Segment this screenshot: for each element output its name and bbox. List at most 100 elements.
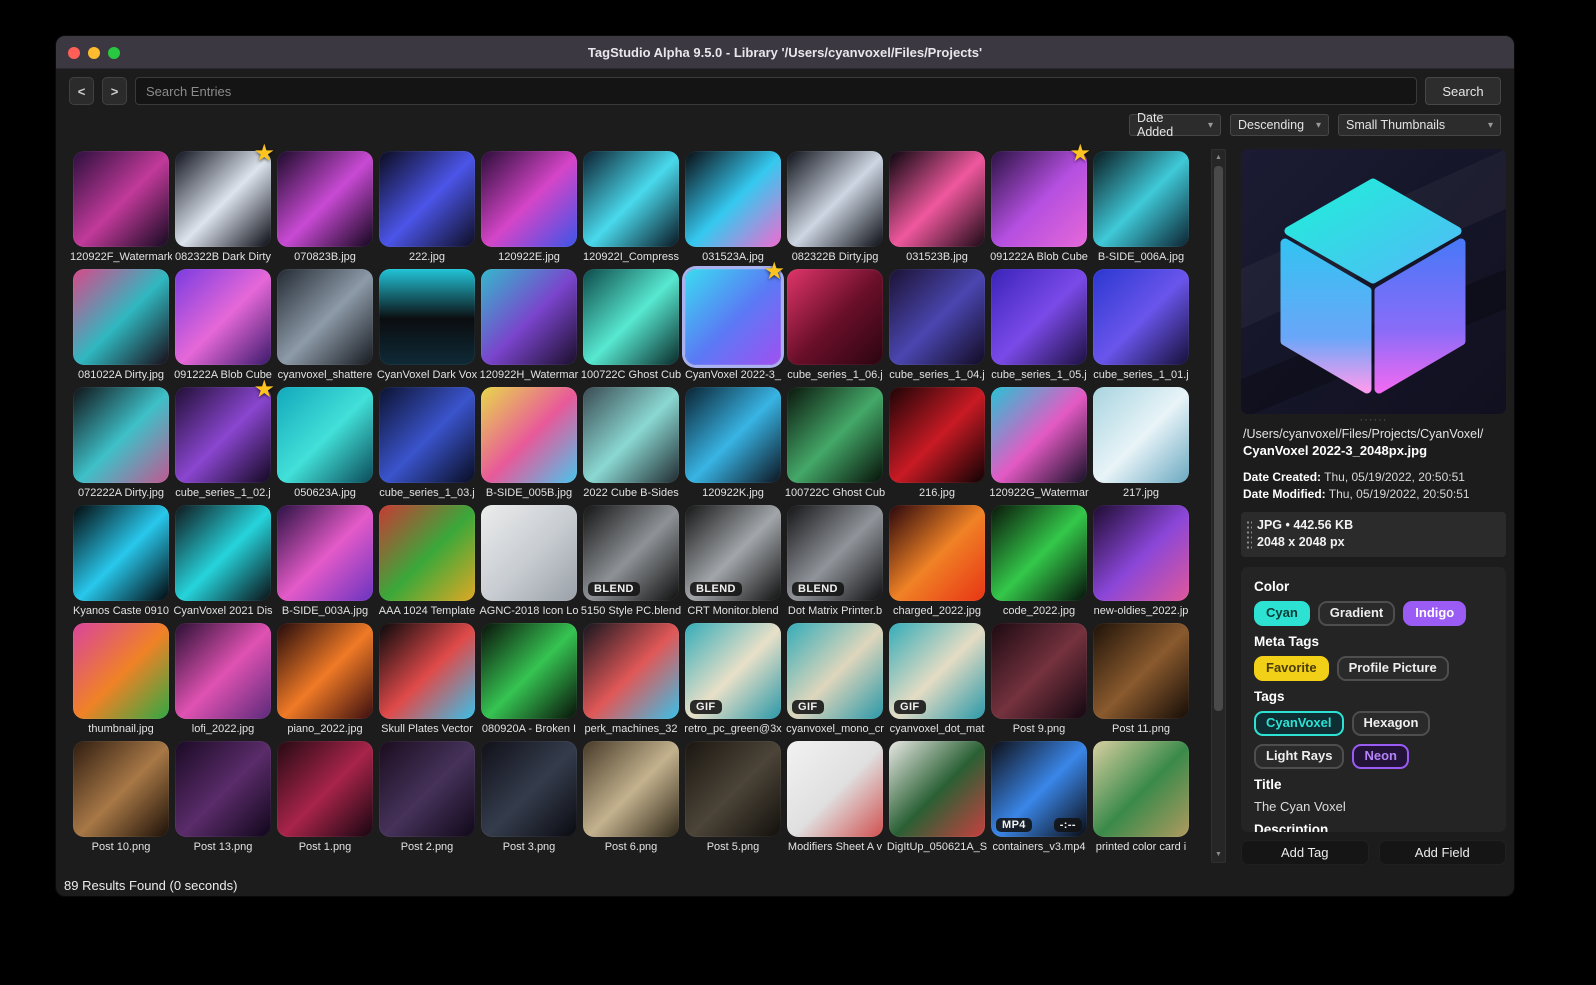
- thumbnail-image[interactable]: [1093, 623, 1189, 719]
- thumbnail-image[interactable]: [175, 741, 271, 837]
- thumbnail-image[interactable]: BLEND: [685, 505, 781, 601]
- grid-item[interactable]: new-oldies_2022.jp: [1093, 505, 1189, 623]
- grid-item[interactable]: 100722C Ghost Cub: [581, 269, 681, 387]
- thumbnail-image[interactable]: [583, 151, 679, 247]
- thumbnail-image[interactable]: MP4 -:--: [991, 741, 1087, 837]
- grid-item[interactable]: 050623A.jpg: [277, 387, 373, 505]
- grid-item[interactable]: GIF cyanvoxel_mono_cr: [786, 623, 884, 741]
- thumbnail-image[interactable]: [685, 387, 781, 483]
- thumbnail-image[interactable]: [481, 269, 577, 365]
- grid-item[interactable]: Post 3.png: [481, 741, 577, 859]
- thumbnail-size-dropdown[interactable]: Small Thumbnails ▾: [1338, 114, 1501, 136]
- grid-item[interactable]: 120922K.jpg: [685, 387, 781, 505]
- grid-item[interactable]: perk_machines_32: [583, 623, 679, 741]
- thumbnail-image[interactable]: [379, 151, 475, 247]
- thumbnail-image[interactable]: [787, 387, 883, 483]
- grid-item[interactable]: 031523B.jpg: [889, 151, 985, 269]
- grid-item[interactable]: Post 5.png: [685, 741, 781, 859]
- grid-item[interactable]: cube_series_1_05.j: [991, 269, 1087, 387]
- grid-item[interactable]: Post 1.png: [277, 741, 373, 859]
- tag-chip[interactable]: Favorite: [1254, 656, 1329, 681]
- tag-chip[interactable]: Cyan: [1254, 601, 1310, 626]
- thumbnail-image[interactable]: [73, 741, 169, 837]
- grid-item[interactable]: 120922H_Watermar: [480, 269, 578, 387]
- sort-direction-dropdown[interactable]: Descending ▾: [1230, 114, 1329, 136]
- thumbnail-image[interactable]: [787, 741, 883, 837]
- grid-item[interactable]: piano_2022.jpg: [277, 623, 373, 741]
- grid-item[interactable]: lofi_2022.jpg: [175, 623, 271, 741]
- grid-item[interactable]: Kyanos Caste 0910: [73, 505, 169, 623]
- thumbnail-image[interactable]: [277, 387, 373, 483]
- thumbnail-image[interactable]: [991, 387, 1087, 483]
- thumbnail-image[interactable]: BLEND: [787, 505, 883, 601]
- sort-by-dropdown[interactable]: Date Added ▾: [1129, 111, 1221, 139]
- thumbnail-image[interactable]: [991, 623, 1087, 719]
- tag-chip[interactable]: Profile Picture: [1336, 656, 1449, 681]
- close-button[interactable]: [68, 46, 80, 59]
- minimize-button[interactable]: [88, 46, 100, 59]
- grid-item[interactable]: 120922F_Watermark: [70, 151, 172, 269]
- thumbnail-image[interactable]: BLEND: [583, 505, 679, 601]
- thumbnail-image[interactable]: ★: [685, 260, 785, 365]
- grid-item[interactable]: printed color card i: [1093, 741, 1189, 859]
- thumbnail-image[interactable]: GIF: [889, 623, 985, 719]
- thumbnail-image[interactable]: ★: [175, 142, 275, 247]
- tag-chip[interactable]: Indigo: [1403, 601, 1467, 626]
- grid-item[interactable]: 222.jpg: [379, 151, 475, 269]
- thumbnail-image[interactable]: [379, 387, 475, 483]
- grid-item[interactable]: B-SIDE_003A.jpg: [277, 505, 373, 623]
- grid-item[interactable]: Modifiers Sheet A v: [787, 741, 883, 859]
- thumbnail-image[interactable]: [379, 623, 475, 719]
- thumbnail-image[interactable]: [175, 623, 271, 719]
- grid-item[interactable]: 091222A Blob Cube: [174, 269, 272, 387]
- thumbnail-image[interactable]: ★: [991, 142, 1091, 247]
- grid-item[interactable]: 082322B Dirty.jpg: [787, 151, 883, 269]
- thumbnail-image[interactable]: [481, 505, 577, 601]
- grid-item[interactable]: thumbnail.jpg: [73, 623, 169, 741]
- thumbnail-image[interactable]: [889, 151, 985, 247]
- thumbnail-image[interactable]: [583, 387, 679, 483]
- grid-item[interactable]: ★ 082322B Dark Dirty: [175, 142, 275, 269]
- thumbnail-image[interactable]: [277, 623, 373, 719]
- thumbnail-image[interactable]: [1093, 741, 1189, 837]
- thumbnail-image[interactable]: [1093, 151, 1189, 247]
- thumbnail-image[interactable]: [889, 387, 985, 483]
- grid-item[interactable]: ★ 091222A Blob Cube: [990, 142, 1091, 269]
- grid-item[interactable]: charged_2022.jpg: [889, 505, 985, 623]
- search-button[interactable]: Search: [1425, 77, 1501, 105]
- thumbnail-image[interactable]: GIF: [685, 623, 781, 719]
- grid-item[interactable]: 070823B.jpg: [277, 151, 373, 269]
- thumbnail-image[interactable]: [277, 269, 373, 365]
- thumbnail-image[interactable]: [277, 151, 373, 247]
- thumbnail-image[interactable]: [73, 623, 169, 719]
- thumbnail-image[interactable]: [379, 741, 475, 837]
- grid-item[interactable]: CyanVoxel Dark Vox: [377, 269, 477, 387]
- tag-chip[interactable]: Light Rays: [1254, 744, 1345, 769]
- grid-item[interactable]: code_2022.jpg: [991, 505, 1087, 623]
- thumbnail-image[interactable]: [889, 269, 985, 365]
- tag-chip[interactable]: Gradient: [1317, 601, 1396, 626]
- grid-item[interactable]: Skull Plates Vector: [379, 623, 475, 741]
- grid-item[interactable]: Post 2.png: [379, 741, 475, 859]
- thumbnail-image[interactable]: [1093, 505, 1189, 601]
- thumbnail-image[interactable]: ★: [175, 378, 275, 483]
- grid-scrollbar[interactable]: ▲ ▼: [1211, 149, 1226, 863]
- thumbnail-image[interactable]: [583, 741, 679, 837]
- grid-item[interactable]: cube_series_1_01.j: [1093, 269, 1189, 387]
- grid-item[interactable]: cube_series_1_03.j: [379, 387, 475, 505]
- grid-item[interactable]: MP4 -:-- containers_v3.mp4: [991, 741, 1087, 859]
- grid-item[interactable]: AGNC-2018 Icon Lo: [479, 505, 579, 623]
- grid-item[interactable]: AAA 1024 Template: [379, 505, 475, 623]
- thumbnail-image[interactable]: [787, 151, 883, 247]
- grid-item[interactable]: Post 6.png: [583, 741, 679, 859]
- scroll-down-icon[interactable]: ▼: [1212, 848, 1225, 861]
- grid-item[interactable]: 217.jpg: [1093, 387, 1189, 505]
- scroll-up-icon[interactable]: ▲: [1212, 151, 1225, 164]
- thumbnail-image[interactable]: [685, 151, 781, 247]
- grid-item[interactable]: 216.jpg: [889, 387, 985, 505]
- drag-grip-icon[interactable]: [1246, 520, 1252, 549]
- thumbnail-image[interactable]: [73, 387, 169, 483]
- add-tag-button[interactable]: Add Tag: [1241, 840, 1369, 865]
- thumbnail-image[interactable]: [73, 505, 169, 601]
- resize-handle[interactable]: ······: [1241, 415, 1506, 426]
